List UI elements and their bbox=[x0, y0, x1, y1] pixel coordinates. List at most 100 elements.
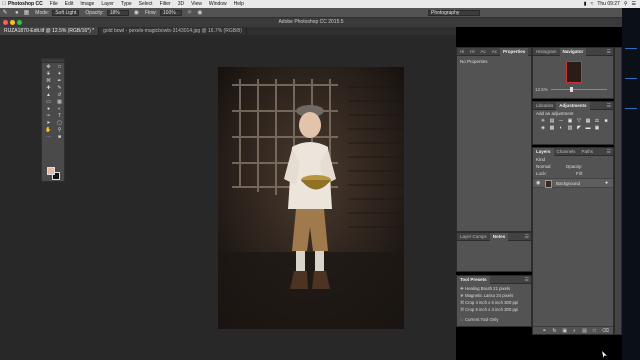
brush-tool-icon[interactable]: ✎ bbox=[0, 9, 10, 16]
menu-help[interactable]: Help bbox=[234, 1, 244, 7]
gradient-icon[interactable]: ▦ bbox=[54, 99, 65, 106]
panel-menu-icon[interactable]: ☰ bbox=[607, 48, 613, 55]
current-tool-only-checkbox[interactable]: □ Current Tool Only bbox=[457, 316, 531, 323]
menu-select[interactable]: Select bbox=[139, 1, 153, 7]
apple-icon[interactable]:  bbox=[0, 1, 8, 7]
desktop-icon[interactable] bbox=[625, 78, 637, 79]
preset-item[interactable]: ❦Magnetic Lasso 24 pixels bbox=[457, 292, 531, 299]
tab-tool-presets[interactable]: Tool Presets bbox=[457, 276, 490, 284]
pressure-size-icon[interactable]: ◉ bbox=[197, 9, 202, 16]
tab-actions-2[interactable]: Ac bbox=[489, 48, 500, 56]
menu-layer[interactable]: Layer bbox=[101, 1, 114, 7]
tab-channels[interactable]: Channels bbox=[554, 148, 579, 156]
vibrance-icon[interactable]: ▽ bbox=[575, 118, 583, 124]
layer-filter-kind[interactable]: Kind bbox=[536, 157, 545, 162]
lookup-icon[interactable]: ▩ bbox=[548, 125, 556, 131]
battery-icon[interactable]: ▮ bbox=[584, 1, 587, 7]
exposure-icon[interactable]: ▣ bbox=[566, 118, 574, 124]
preset-item[interactable]: ✚Healing Brush 21 pixels bbox=[457, 285, 531, 292]
history-brush-icon[interactable]: ↺ bbox=[54, 92, 65, 99]
healing-icon[interactable]: ✚ bbox=[43, 85, 54, 92]
levels-icon[interactable]: ▤ bbox=[548, 118, 556, 124]
link-layers-icon[interactable]: ⚭ bbox=[542, 328, 546, 334]
menu-view[interactable]: View bbox=[191, 1, 202, 7]
move-icon[interactable]: ✥ bbox=[43, 64, 54, 71]
new-layer-icon[interactable]: □ bbox=[593, 328, 596, 334]
lock-icon[interactable]: ● bbox=[605, 180, 608, 186]
menu-app-name[interactable]: Photoshop CC bbox=[8, 1, 43, 7]
selective-color-icon[interactable]: ▣ bbox=[593, 125, 601, 131]
eyedropper-icon[interactable]: ✒ bbox=[54, 78, 65, 85]
brush-icon[interactable]: ✎ bbox=[54, 85, 65, 92]
close-window-button[interactable] bbox=[3, 20, 8, 25]
quick-select-icon[interactable]: ✦ bbox=[54, 71, 65, 78]
workspace-select[interactable]: Photography bbox=[428, 10, 480, 16]
minimize-window-button[interactable] bbox=[10, 20, 15, 25]
flow-field[interactable]: 100% bbox=[159, 9, 182, 16]
color-balance-icon[interactable]: ⚖ bbox=[593, 118, 601, 124]
tab-layers[interactable]: Layers bbox=[533, 148, 554, 156]
layer-style-icon[interactable]: fx bbox=[553, 328, 557, 334]
menu-filter[interactable]: Filter bbox=[160, 1, 171, 7]
zoom-value[interactable]: 12.5% bbox=[535, 87, 548, 92]
crop-icon[interactable]: ⌘ bbox=[43, 78, 54, 85]
menu-edit[interactable]: Edit bbox=[65, 1, 74, 7]
threshold-icon[interactable]: ◤ bbox=[575, 125, 583, 131]
tab-actions[interactable]: Ac bbox=[478, 48, 489, 56]
path-select-icon[interactable]: ➤ bbox=[43, 120, 54, 127]
foreground-color-swatch[interactable] bbox=[47, 167, 55, 175]
pen-icon[interactable]: ✑ bbox=[43, 113, 54, 120]
brush-panel-icon[interactable]: ▦ bbox=[24, 9, 30, 16]
posterize-icon[interactable]: ▧ bbox=[566, 125, 574, 131]
tab-libraries[interactable]: Libraries bbox=[533, 102, 556, 110]
opacity-field[interactable]: 18% bbox=[106, 9, 129, 16]
menu-window[interactable]: Window bbox=[209, 1, 227, 7]
zoom-icon[interactable]: ⚲ bbox=[54, 127, 65, 134]
shape-icon[interactable]: ▢ bbox=[54, 120, 65, 127]
tab-notes[interactable]: Notes bbox=[489, 233, 509, 241]
clone-stamp-icon[interactable]: ▲ bbox=[43, 92, 54, 99]
tab-history[interactable]: Hi bbox=[457, 48, 467, 56]
brush-preset-icon[interactable]: ● bbox=[15, 10, 19, 16]
document-image[interactable] bbox=[218, 67, 404, 329]
new-group-icon[interactable]: ▤ bbox=[582, 328, 587, 334]
hue-icon[interactable]: ▦ bbox=[584, 118, 592, 124]
tab-layer-comps[interactable]: Layer Comps bbox=[457, 233, 490, 241]
menu-3d[interactable]: 3D bbox=[178, 1, 184, 7]
preset-item[interactable]: ⌘Crop 4 inch x 6 inch 300 ppi bbox=[457, 299, 531, 306]
layer-name[interactable]: Background bbox=[556, 181, 580, 186]
more-tools-icon[interactable]: ⋯ bbox=[43, 134, 54, 141]
panel-menu-icon[interactable]: ☰ bbox=[607, 148, 613, 155]
zoom-window-button[interactable] bbox=[17, 20, 22, 25]
mode-select[interactable]: Soft Light bbox=[52, 9, 80, 16]
panel-menu-icon[interactable]: ☰ bbox=[607, 102, 613, 109]
pressure-opacity-icon[interactable]: ◉ bbox=[134, 9, 139, 16]
dodge-icon[interactable]: ◐ bbox=[54, 106, 65, 113]
layer-row-background[interactable]: ◉ Background ● bbox=[533, 178, 613, 188]
preset-item[interactable]: ⌘Crop 5 inch x 3 inch 300 ppi bbox=[457, 306, 531, 313]
blur-icon[interactable]: ● bbox=[43, 106, 54, 113]
bw-icon[interactable]: ■ bbox=[602, 118, 610, 124]
airbrush-icon[interactable]: ⚛ bbox=[187, 9, 192, 16]
blend-mode-select[interactable]: Normal bbox=[536, 164, 551, 169]
default-colors-icon[interactable]: ■ bbox=[54, 134, 65, 141]
add-mask-icon[interactable]: ▣ bbox=[562, 328, 567, 334]
hand-icon[interactable]: ✋ bbox=[43, 127, 54, 134]
marquee-icon[interactable]: □ bbox=[54, 64, 65, 71]
tab-paths[interactable]: Paths bbox=[579, 148, 597, 156]
eraser-icon[interactable]: ▭ bbox=[43, 99, 54, 106]
menu-icon[interactable]: ☰ bbox=[632, 1, 636, 7]
invert-icon[interactable]: ◐ bbox=[557, 125, 565, 131]
panel-menu-icon[interactable]: ☰ bbox=[525, 276, 531, 283]
menu-type[interactable]: Type bbox=[121, 1, 132, 7]
adjustment-layer-icon[interactable]: ◐ bbox=[573, 328, 576, 334]
document-tab-active[interactable]: RUZA1870-Edit.tif @ 12.5% (RGB/16*) * bbox=[0, 27, 100, 35]
curves-icon[interactable]: ∽ bbox=[557, 118, 565, 124]
delete-layer-icon[interactable]: ⌫ bbox=[602, 328, 609, 334]
tab-navigator[interactable]: Navigator bbox=[559, 48, 587, 56]
menu-image[interactable]: Image bbox=[80, 1, 94, 7]
channel-mixer-icon[interactable]: ◈ bbox=[539, 125, 547, 131]
desktop-icon[interactable] bbox=[625, 48, 637, 49]
search-icon[interactable]: ⚲ bbox=[624, 1, 628, 7]
document-tab[interactable]: gold bowl - pexels-magicbowls-3143014.jp… bbox=[99, 27, 247, 35]
